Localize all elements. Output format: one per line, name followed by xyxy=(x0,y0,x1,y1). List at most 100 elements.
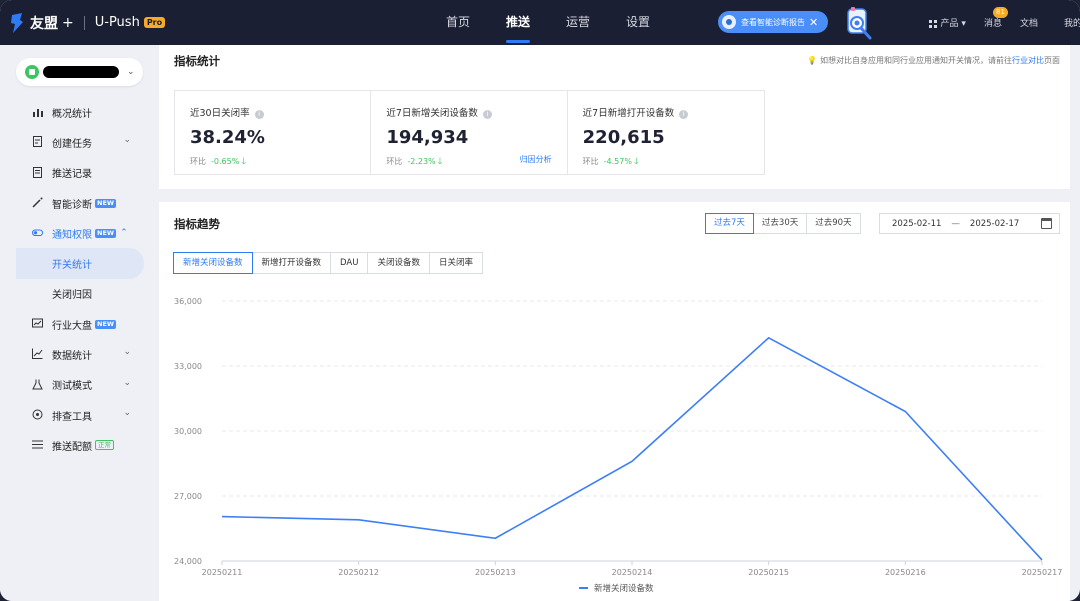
new-badge: NEW xyxy=(95,198,117,208)
app-selector[interactable]: ⌄ xyxy=(16,58,143,86)
range-button-0[interactable]: 过去7天 xyxy=(705,213,754,234)
range-button-1[interactable]: 过去30天 xyxy=(752,213,808,234)
chevron-down-icon: ⌄ xyxy=(123,135,131,146)
attribution-link[interactable]: 归因分析 xyxy=(520,154,552,165)
sidebar-item-11[interactable]: 推送配额 正常 xyxy=(0,430,153,460)
x-tick-label: 20250215 xyxy=(748,568,789,577)
change-percent: -4.57% xyxy=(603,157,632,166)
mine-menu[interactable]: 我的 xyxy=(1064,16,1080,29)
metric-tab-3[interactable]: 关闭设备数 xyxy=(367,252,430,274)
change-label: 环比 xyxy=(386,157,403,166)
stat-value: 38.24% xyxy=(190,127,265,148)
x-tick-label: 20250213 xyxy=(475,568,516,577)
caret-down-icon: ▾ xyxy=(961,19,966,29)
date-range-picker[interactable]: 2025-02-11 — 2025-02-17 xyxy=(879,213,1060,234)
record-icon xyxy=(33,166,42,178)
change-label: 环比 xyxy=(582,157,599,166)
brand[interactable]: 友盟 + U-Push Pro xyxy=(10,0,166,45)
sidebar-item-7[interactable]: 行业大盘 NEW xyxy=(0,309,153,339)
stat-label: 近7日新增关闭设备数 i xyxy=(386,105,492,119)
summary-card: 指标统计 💡 如想对比自身应用和同行业应用通知开关情况，请前往行业对比页面 近30… xyxy=(159,45,1070,189)
sidebar-item-2[interactable]: 推送记录 xyxy=(0,158,153,188)
umeng-logo-icon xyxy=(11,12,23,33)
new-badge: NEW xyxy=(95,228,117,238)
x-tick-label: 20250212 xyxy=(338,568,379,577)
stat-change: 环比 -0.65% 🡓 xyxy=(190,154,246,170)
magic-wand-icon xyxy=(32,197,43,208)
y-tick-label: 33,000 xyxy=(174,362,202,371)
messages-label: 消息 xyxy=(983,19,1002,29)
range-button-2[interactable]: 过去90天 xyxy=(806,213,861,234)
top-nav-item-0[interactable]: 首页 xyxy=(428,0,488,45)
sidebar-item-6[interactable]: 关闭归因 xyxy=(0,279,153,309)
brand-plus: + xyxy=(62,14,74,31)
message-count-badge: 81 xyxy=(993,7,1008,18)
stat-label: 近30日关闭率 i xyxy=(190,105,264,119)
chevron-down-icon: ⌄ xyxy=(123,347,131,358)
sidebar-item-5[interactable]: 开关统计 xyxy=(16,248,144,279)
sidebar-item-label: 智能诊断 xyxy=(52,199,92,211)
product-name: U-Push xyxy=(94,15,140,30)
stat-change: 环比 -2.23% 🡓 xyxy=(386,154,442,170)
sidebar-item-4[interactable]: 通知权限 NEW ⌃ xyxy=(0,218,153,248)
legend-label[interactable]: 新增关闭设备数 xyxy=(594,583,654,594)
dashboard-icon xyxy=(32,318,43,328)
stat-label: 近7日新增打开设备数 i xyxy=(583,105,689,119)
top-nav-item-3[interactable]: 设置 xyxy=(608,0,668,45)
info-icon[interactable]: i xyxy=(482,110,492,119)
sidebar-item-label: 创建任务 xyxy=(52,138,92,150)
y-tick-label: 24,000 xyxy=(174,557,202,566)
info-icon[interactable]: i xyxy=(254,110,264,119)
chevron-down-icon: ⌄ xyxy=(123,407,131,418)
docs-link[interactable]: 文档 xyxy=(1020,16,1038,29)
close-icon[interactable]: ✕ xyxy=(809,16,818,29)
stat-card: 近7日新增打开设备数 i 220,615 环比 -4.57% 🡓 xyxy=(568,91,764,174)
top-bar: 友盟 + U-Push Pro 首页 推送 运营 设置 查看智能诊断报告 ✕ 产品 ▾… xyxy=(0,0,1080,45)
sidebar-item-10[interactable]: 排查工具 ⌄ xyxy=(0,400,153,430)
sidebar-item-3[interactable]: 智能诊断 NEW xyxy=(0,188,153,218)
x-tick-label: 20250216 xyxy=(885,568,926,577)
y-tick-label: 36,000 xyxy=(174,297,202,306)
stats-row: 近30日关闭率 i 38.24% 环比 -0.65% 🡓 近7日新增关闭设备数 i 194,93… xyxy=(174,90,765,175)
status-badge: 正常 xyxy=(95,440,114,451)
sidebar-item-label: 通知权限 xyxy=(52,229,92,241)
x-tick-label: 20250214 xyxy=(612,568,653,577)
products-menu[interactable]: 产品 ▾ xyxy=(928,16,966,29)
metric-tab-0[interactable]: 新增关闭设备数 xyxy=(173,252,253,274)
stat-label-text: 近30日关闭率 xyxy=(190,108,250,119)
hint-suffix: 页面 xyxy=(1044,56,1060,65)
grid-icon xyxy=(928,19,937,28)
sidebar-item-0[interactable]: 概况统计 xyxy=(0,97,153,127)
metric-tab-4[interactable]: 日关闭率 xyxy=(428,252,483,274)
trend-line-chart: 24,000 27,000 30,000 33,000 36,000 20250211 20… xyxy=(174,297,1063,594)
sidebar-item-1[interactable]: 创建任务 ⌄ xyxy=(0,127,153,157)
stat-change: 环比 -4.57% 🡓 xyxy=(583,154,639,170)
top-nav-item-2[interactable]: 运营 xyxy=(548,0,608,45)
sidebar-item-label: 关闭归因 xyxy=(52,290,92,302)
sidebar-item-8[interactable]: 数据统计 ⌄ xyxy=(0,339,153,369)
info-icon[interactable]: i xyxy=(679,110,689,119)
sidebar-item-9[interactable]: 测试模式 ⌄ xyxy=(0,370,153,400)
metric-tab-1[interactable]: 新增打开设备数 xyxy=(251,252,332,274)
hint-prefix: 如想对比自身应用和同行业应用通知开关情况，请前往 xyxy=(820,56,1012,65)
diagnosis-report-button[interactable]: 查看智能诊断报告 ✕ xyxy=(718,11,828,33)
change-label: 环比 xyxy=(190,157,206,166)
metric-tab-2[interactable]: DAU xyxy=(330,252,369,274)
lightbulb-icon: 💡 xyxy=(807,56,817,65)
diagnosis-icon xyxy=(722,15,736,29)
brand-divider xyxy=(83,15,85,30)
stat-card: 近30日关闭率 i 38.24% 环比 -0.65% 🡓 xyxy=(175,91,372,174)
sidebar-item-label: 推送配额 xyxy=(52,441,92,453)
toggle-icon xyxy=(32,229,43,237)
sidebar-item-label: 推送记录 xyxy=(52,169,92,181)
x-tick-label: 20250217 xyxy=(1022,568,1063,577)
diagnosis-label: 查看智能诊断报告 xyxy=(741,17,805,27)
industry-compare-link[interactable]: 行业对比 xyxy=(1012,56,1044,65)
messages-menu[interactable]: 消息 81 xyxy=(983,7,1008,29)
top-nav: 首页 推送 运营 设置 xyxy=(428,0,668,45)
android-icon xyxy=(25,65,39,79)
chevron-down-icon: ⌄ xyxy=(127,67,135,77)
edit-doc-icon xyxy=(33,136,42,148)
chevron-up-icon: ⌃ xyxy=(120,228,128,239)
top-nav-item-1[interactable]: 推送 xyxy=(488,0,548,45)
